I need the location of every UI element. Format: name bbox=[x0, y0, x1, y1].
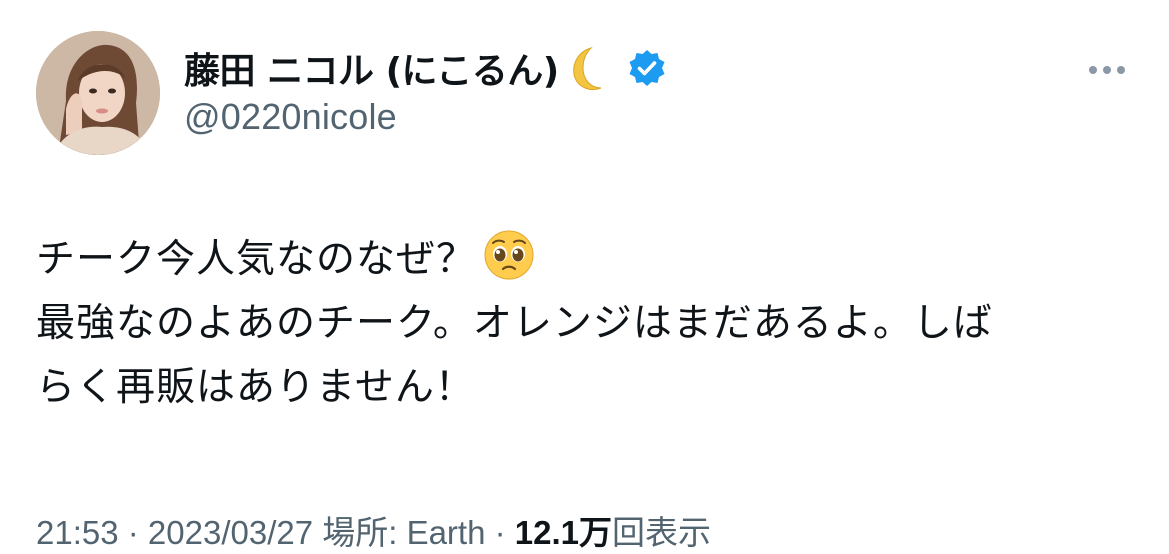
verified-badge-icon[interactable] bbox=[627, 48, 667, 88]
more-horizontal-icon-dot bbox=[1103, 66, 1111, 74]
tweet-text-line: チーク今人気なのなぜ？ bbox=[36, 228, 1146, 292]
view-label: 回表示 bbox=[612, 514, 712, 551]
avatar-photo bbox=[36, 31, 160, 155]
more-horizontal-icon bbox=[1089, 66, 1097, 74]
more-horizontal-icon-dot bbox=[1117, 66, 1125, 74]
more-options-button[interactable] bbox=[1080, 54, 1134, 86]
moon-icon bbox=[573, 46, 601, 91]
author-display-name[interactable]: 藤田 ニコル (にこるん) bbox=[184, 42, 559, 94]
author-name-row[interactable]: 藤田 ニコル (にこるん) bbox=[184, 40, 667, 96]
view-count: 12.1万 bbox=[514, 514, 613, 551]
tweet-text-line: らく再販はありません！ bbox=[36, 365, 475, 410]
author-handle[interactable]: @0220nicole bbox=[184, 96, 397, 138]
tweet-card: 藤田 ニコル (にこるん) @0220nicole チーク今人気なのなぜ？ 最強… bbox=[0, 0, 1169, 551]
tweet-meta: 21:53 · 2023/03/27 場所: Earth · 12.1万回表示 bbox=[36, 506, 711, 554]
tweet-text-line-1: チーク今人気なのなぜ？ bbox=[36, 237, 477, 282]
tweet-timestamp[interactable]: 21:53 · 2023/03/27 場所: Earth · bbox=[36, 514, 515, 551]
avatar[interactable] bbox=[36, 31, 160, 155]
tweet-text: チーク今人気なのなぜ？ 最強なのよあのチーク。オレンジはまだあるよ。しば らく再… bbox=[36, 228, 1146, 420]
tweet-text-line: 最強なのよあのチーク。オレンジはまだあるよ。しば bbox=[36, 301, 993, 346]
pleading-face-icon bbox=[484, 230, 534, 280]
